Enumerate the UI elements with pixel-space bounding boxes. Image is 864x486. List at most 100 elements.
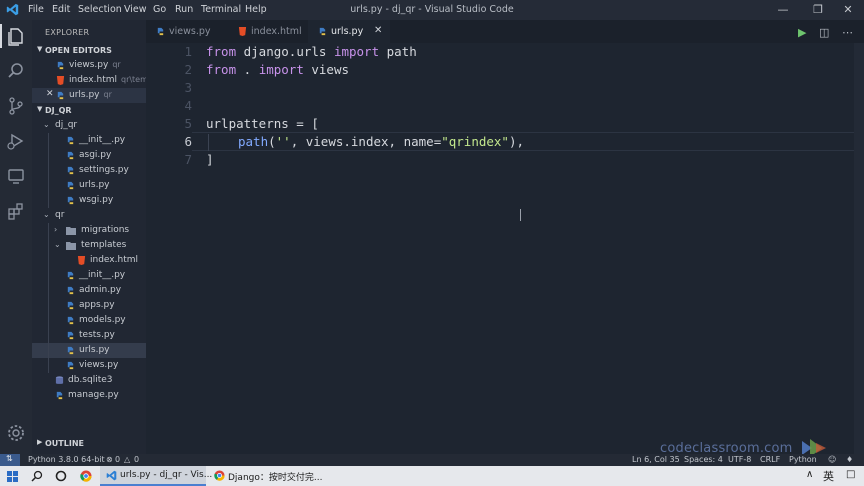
language-mode[interactable]: Python <box>789 455 817 464</box>
line-number-current: 6 <box>184 134 192 149</box>
show-hidden-icons-icon[interactable]: ∧ <box>806 469 813 480</box>
close-editor-icon[interactable]: ✕ <box>46 89 54 99</box>
close-tab-icon[interactable]: ✕ <box>374 25 382 36</box>
indent-guide <box>48 133 49 208</box>
task-view-icon[interactable] <box>55 470 67 482</box>
action-center-icon[interactable]: □ <box>846 469 855 480</box>
tree-item[interactable]: urls.py <box>32 343 146 358</box>
function-name: path <box>238 134 269 149</box>
tab-label: urls.py <box>331 26 364 37</box>
run-python-file-icon[interactable]: ▶ <box>798 26 806 39</box>
feedback-icon[interactable]: ☺ <box>828 455 836 464</box>
tree-item[interactable]: __init__.py <box>32 268 146 283</box>
scrollbar[interactable] <box>854 43 864 454</box>
tab-label: index.html <box>251 26 302 37</box>
cursor-position[interactable]: Ln 6, Col 35 <box>632 455 680 464</box>
tab-urls-py[interactable]: urls.py ✕ <box>308 20 390 43</box>
search-icon[interactable] <box>6 61 26 81</box>
code-text: . <box>236 62 259 77</box>
line-number: 1 <box>184 44 192 59</box>
source-control-icon[interactable] <box>6 96 26 116</box>
python-file-icon <box>156 27 165 36</box>
tree-item[interactable]: views.py <box>32 358 146 373</box>
remote-explorer-icon[interactable] <box>6 166 26 186</box>
editor-tabs: views.py index.html urls.py ✕ ▶ ◫ ⋯ <box>146 20 864 43</box>
python-interpreter[interactable]: Python 3.8.0 64-bit <box>28 455 105 464</box>
windows-start-icon[interactable] <box>7 471 18 482</box>
remote-icon[interactable]: ⇅ <box>6 454 13 463</box>
tree-item[interactable]: admin.py <box>32 283 146 298</box>
outline-section[interactable]: ▶ OUTLINE <box>32 436 146 451</box>
tree-item[interactable]: ⌄ templates <box>32 238 146 253</box>
code-editor[interactable]: 1 2 3 4 5 6 7 from django.urls import pa… <box>146 43 864 454</box>
split-editor-icon[interactable]: ◫ <box>819 26 829 39</box>
tree-item[interactable]: apps.py <box>32 298 146 313</box>
tree-item[interactable]: __init__.py <box>32 133 146 148</box>
encoding[interactable]: UTF-8 <box>728 455 751 464</box>
errors-icon[interactable]: ⊗ <box>106 455 113 464</box>
close-window-icon[interactable]: ✕ <box>828 2 864 18</box>
open-editor-item-active[interactable]: ✕ urls.py qr <box>32 88 146 103</box>
errors-count[interactable]: 0 <box>115 455 120 464</box>
project-section[interactable]: ▼ DJ_QR <box>32 103 146 118</box>
python-file-icon <box>56 91 65 100</box>
ime-indicator[interactable]: 英 <box>823 468 834 484</box>
code-line-5: urlpatterns = [ <box>206 116 319 131</box>
tree-item[interactable]: wsgi.py <box>32 193 146 208</box>
database-file-icon <box>55 376 64 385</box>
tree-item[interactable]: asgi.py <box>32 148 146 163</box>
taskbar-vscode[interactable]: urls.py - dj_qr - Vis... <box>100 466 212 486</box>
open-editors-section[interactable]: ▼ OPEN EDITORS <box>32 43 146 58</box>
search-icon[interactable] <box>31 470 43 482</box>
keyword: import <box>333 44 380 59</box>
tree-item[interactable]: ⌄ qr <box>32 208 146 223</box>
indentation[interactable]: Spaces: 4 <box>684 455 723 464</box>
tab-index-html[interactable]: index.html <box>228 20 308 43</box>
tree-item-label: __init__.py <box>79 135 126 145</box>
explorer-icon[interactable] <box>6 26 26 46</box>
tree-item[interactable]: urls.py <box>32 178 146 193</box>
title-bar: File Edit Selection View Go Run Terminal… <box>0 0 864 20</box>
settings-gear-icon[interactable] <box>6 423 26 443</box>
more-actions-icon[interactable]: ⋯ <box>842 26 853 39</box>
chrome-icon[interactable] <box>80 470 92 482</box>
warnings-count[interactable]: 0 <box>134 455 139 464</box>
tree-item[interactable]: tests.py <box>32 328 146 343</box>
line-ending[interactable]: CRLF <box>760 455 780 464</box>
run-debug-icon[interactable] <box>6 131 26 151</box>
code-line-6: path('', views.index, name="qrindex"), <box>238 134 524 149</box>
active-indicator <box>0 24 2 48</box>
open-editor-hint: qr <box>112 60 121 69</box>
open-editor-hint: qr <box>103 90 112 99</box>
vscode-icon <box>106 470 117 481</box>
extensions-icon[interactable] <box>6 201 26 221</box>
open-editor-name: views.py <box>69 60 109 70</box>
tree-item-label: settings.py <box>79 165 129 175</box>
tree-item[interactable]: db.sqlite3 <box>32 373 146 388</box>
minimize-icon[interactable]: — <box>763 2 803 18</box>
tab-views-py[interactable]: views.py <box>146 20 228 43</box>
tree-item[interactable]: settings.py <box>32 163 146 178</box>
keyword: from <box>206 44 237 59</box>
code-text: ( <box>268 134 276 149</box>
tree-item[interactable]: models.py <box>32 313 146 328</box>
window-title: urls.py - dj_qr - Visual Studio Code <box>350 4 514 15</box>
tree-item-label: tests.py <box>79 330 115 340</box>
taskbar-chrome-label: Django：按时交付完... <box>228 473 323 483</box>
tree-item[interactable]: index.html <box>32 253 146 268</box>
taskbar-chrome-window[interactable]: Django：按时交付完... <box>208 466 323 486</box>
tree-item[interactable]: manage.py <box>32 388 146 403</box>
tree-item-label: asgi.py <box>79 150 112 160</box>
open-editor-item[interactable]: views.py qr <box>32 58 146 73</box>
tree-item-label: qr <box>55 210 65 220</box>
python-file-icon <box>66 286 75 295</box>
tree-item-label: wsgi.py <box>79 195 114 205</box>
open-editor-item[interactable]: index.html qr\tem... <box>32 73 156 88</box>
taskbar-vscode-label: urls.py - dj_qr - Vis... <box>120 470 213 480</box>
tree-item[interactable]: › migrations <box>32 223 146 238</box>
python-file-icon <box>66 196 75 205</box>
python-file-icon <box>66 136 75 145</box>
warning-icon[interactable]: △ <box>124 455 130 464</box>
tree-item[interactable]: ⌄ dj_qr <box>32 118 146 133</box>
notifications-bell-icon[interactable]: ♦ <box>846 455 853 464</box>
